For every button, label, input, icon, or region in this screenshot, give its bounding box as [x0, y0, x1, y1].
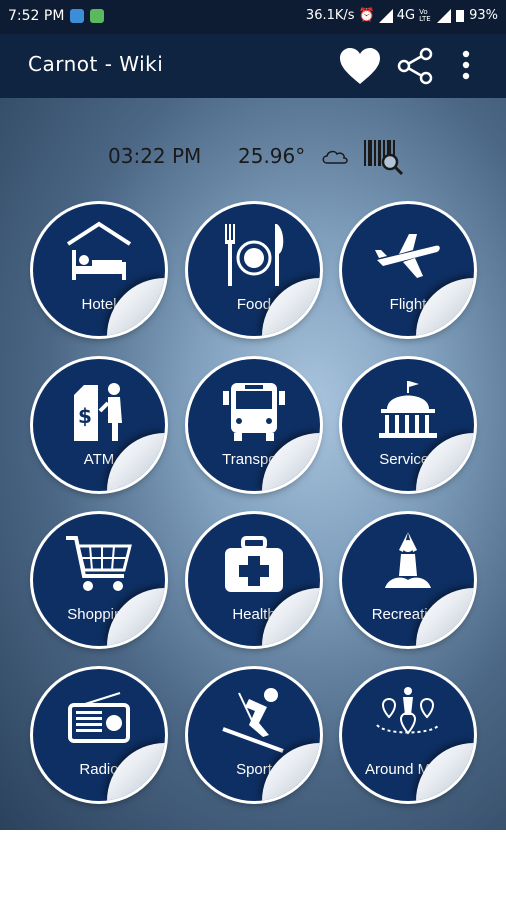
app-bar: Carnot - Wiki — [0, 34, 506, 98]
tile-hotel[interactable]: Hotel — [33, 204, 165, 336]
airplane-icon — [375, 234, 440, 278]
tile-around-me[interactable]: Around Me ? — [342, 669, 474, 801]
signal-icon — [378, 8, 393, 23]
signal-icon-2 — [437, 8, 452, 23]
cloud-icon — [322, 150, 348, 164]
info-row: 03:22 PM 25.96° — [0, 138, 506, 178]
yoga-pose-icon — [385, 532, 431, 588]
tile-flight[interactable]: Flight — [342, 204, 474, 336]
tile-radio[interactable]: Radio — [33, 669, 165, 801]
temperature: 25.96° — [238, 144, 306, 168]
shopping-cart-icon — [66, 536, 132, 591]
tile-health[interactable]: Health — [188, 514, 320, 646]
alarm-icon: ⏰ — [358, 8, 375, 23]
atm-machine-icon: $ — [74, 383, 122, 441]
main-content: 03:22 PM 25.96° Hotel Food Flight $ ATM … — [0, 98, 506, 830]
tile-atm[interactable]: $ ATM — [33, 359, 165, 491]
share-icon — [397, 47, 433, 85]
android-notification-icon — [90, 9, 105, 23]
bottom-blank-area — [0, 830, 506, 900]
heart-icon — [340, 48, 380, 84]
tile-transport[interactable]: Transport — [188, 359, 320, 491]
network-speed: 36.1K/s — [305, 8, 355, 23]
status-bar: 7:52 PM 36.1K/s ⏰ 4G Vo LTE 93% — [0, 0, 506, 34]
app-title: Carnot - Wiki — [28, 52, 164, 76]
current-time: 03:22 PM — [108, 144, 202, 168]
more-options-button[interactable] — [458, 46, 474, 90]
tile-services[interactable]: Services — [342, 359, 474, 491]
tile-sport[interactable]: Sport — [188, 669, 320, 801]
first-aid-kit-icon — [225, 536, 283, 592]
location-pins-icon — [376, 687, 440, 735]
tile-recreation[interactable]: Recreation — [342, 514, 474, 646]
status-time: 7:52 PM — [8, 8, 65, 24]
favorite-button[interactable] — [338, 46, 382, 90]
svg-text:$: $ — [78, 404, 92, 428]
volte-badge: Vo LTE — [419, 7, 431, 23]
share-button[interactable] — [396, 46, 434, 90]
tile-food[interactable]: Food — [188, 204, 320, 336]
battery-level: 93% — [469, 8, 498, 23]
radio-icon — [68, 692, 130, 743]
network-type: 4G — [396, 8, 416, 23]
barcode-scan-button[interactable] — [362, 138, 406, 183]
barcode-search-icon — [364, 140, 404, 176]
more-vert-icon — [462, 50, 470, 80]
hotel-bed-icon — [66, 221, 132, 280]
app-notification-icon — [70, 9, 85, 23]
bus-icon — [223, 383, 285, 441]
skier-icon — [222, 688, 284, 753]
fork-plate-knife-icon — [225, 224, 284, 286]
tile-shopping[interactable]: Shopping — [33, 514, 165, 646]
battery-icon — [456, 9, 465, 22]
government-building-icon — [379, 381, 437, 438]
